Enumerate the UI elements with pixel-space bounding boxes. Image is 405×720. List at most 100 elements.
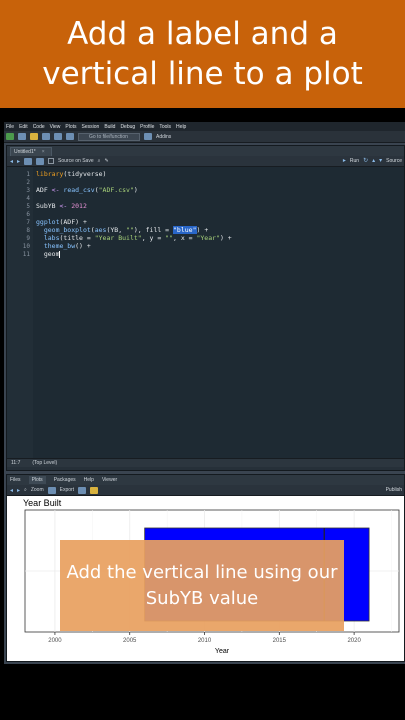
publish-button[interactable]: Publish [386,487,402,493]
go-to-file-input[interactable]: Go to file/function [78,132,140,141]
menu-help[interactable]: Help [176,124,186,130]
menu-code[interactable]: Code [33,124,45,130]
source-on-save-label: Source on Save [58,158,94,164]
run-button[interactable]: Run [350,158,359,164]
back-arrow-icon[interactable]: ◂ [10,487,13,494]
line-number: 10 [22,243,30,250]
tab-plots[interactable]: Plots [28,476,46,484]
menu-plots[interactable]: Plots [65,124,76,130]
save-all-icon[interactable] [54,133,62,140]
search-icon[interactable]: ⌕ [98,158,101,164]
code-line-9: labs(title = "Year Built", y = "", x = "… [36,234,232,242]
code-token: 2012 [71,202,87,210]
line-number: 7 [26,219,30,226]
forward-arrow-icon[interactable]: ▸ [17,487,20,494]
new-file-icon[interactable] [6,133,14,140]
open-file-icon[interactable] [30,133,38,140]
spacer [0,108,405,122]
menu-edit[interactable]: Edit [19,124,28,130]
menu-profile[interactable]: Profile [140,124,154,130]
tab-viewer[interactable]: Viewer [102,477,117,483]
menu-build[interactable]: Build [104,124,115,130]
cursor-position: 11:7 [11,460,21,466]
overlay-text: Add the vertical line using our SubYB va… [66,561,338,609]
x-tick-label: 2000 [48,638,62,644]
close-icon[interactable]: × [42,149,45,155]
line-number: 5 [26,203,30,210]
code-token: ) + [196,226,209,234]
x-axis-label: Year [215,648,230,655]
scope-indicator[interactable]: (Top Level) [32,460,57,466]
x-tick-label: 2020 [347,638,361,644]
source-button[interactable]: Source [386,158,402,164]
line-number: 4 [26,195,30,202]
code-line-10: theme_bw() + [36,242,91,250]
caption-title: Add a label and a vertical line to a plo… [42,16,363,92]
new-project-icon[interactable] [18,133,26,140]
caption-overlay: Add the vertical line using our SubYB va… [60,540,344,631]
forward-arrow-icon[interactable]: ▸ [17,158,20,165]
code-token: (tidyverse) [63,170,107,178]
down-arrow-icon[interactable]: ▾ [379,157,382,164]
code-token: "" [126,226,134,234]
plots-pane-tabs: Files Plots Packages Help Viewer [7,475,404,485]
code-token: ADF [36,186,52,194]
save-icon[interactable] [42,133,50,140]
plots-toolbar: ◂ ▸ ⌕ Zoom Export Publish [7,485,404,496]
grid-icon[interactable] [144,133,152,140]
line-number: 11 [22,251,30,258]
menu-tools[interactable]: Tools [159,124,171,130]
tab-help[interactable]: Help [84,477,94,483]
remove-plot-icon[interactable] [78,486,87,494]
text-cursor [59,250,61,258]
zoom-button[interactable]: Zoom [31,487,44,493]
tab-files[interactable]: Files [10,477,21,483]
clear-plots-icon[interactable] [90,486,99,494]
tab-untitled1[interactable]: Untitled1* × [10,147,52,156]
chart-title: Year Built [23,498,62,508]
code-token: "blue" [173,226,197,234]
editor-toolbar: ◂ ▸ Source on Save ⌕ ✎ ▸ Run ↻ ▴ ▾ Sourc… [7,156,404,167]
line-number: 8 [26,227,30,234]
bottom-bar [0,664,405,720]
menu-debug[interactable]: Debug [120,124,135,130]
code-token: labs [36,234,60,242]
save-icon[interactable] [36,157,45,165]
addins-menu[interactable]: Addins [156,134,171,140]
re-run-icon[interactable]: ↻ [363,157,368,164]
code-line-8: geom_boxplot(aes(YB, ""), fill = "blue")… [36,226,208,234]
run-icon[interactable]: ▸ [343,157,346,164]
export-icon[interactable] [47,486,56,494]
x-tick-label: 2015 [273,638,287,644]
line-number: 6 [26,211,30,218]
code-token: "Year" [196,234,220,242]
code-token: ) [133,186,138,194]
tab-packages[interactable]: Packages [54,477,76,483]
menu-file[interactable]: File [6,124,14,130]
main-toolbar: Go to file/function Addins [4,131,405,143]
back-arrow-icon[interactable]: ◂ [10,158,13,165]
print-icon[interactable] [66,133,74,140]
line-number: 2 [26,179,30,186]
menu-view[interactable]: View [50,124,61,130]
menu-session[interactable]: Session [82,124,100,130]
zoom-icon[interactable]: ⌕ [24,487,27,493]
line-number: 1 [26,171,30,178]
line-number: 9 [26,235,30,242]
line-number-gutter: 1 2 3 4 5 6 7 8 9 10 11 [7,167,33,458]
code-token: ), fill = [133,226,174,234]
show-in-window-icon[interactable] [24,157,33,165]
code-token: aes [94,226,107,234]
editor-status-bar: 11:7 (Top Level) [7,458,404,467]
code-token: read_csv [63,186,95,194]
code-token: "Year Built" [94,234,142,242]
wand-icon[interactable]: ✎ [104,158,108,164]
x-tick-label: 2005 [123,638,137,644]
code-token: geom_boxplot [36,226,91,234]
export-menu[interactable]: Export [60,487,74,493]
code-token: (ADF) + [59,218,87,226]
up-arrow-icon[interactable]: ▴ [372,157,375,164]
code-editor[interactable]: 1 2 3 4 5 6 7 8 9 10 11 library(tidyvers… [7,167,404,458]
source-on-save-checkbox[interactable] [48,158,55,164]
editor-tabbar: Untitled1* × [7,146,404,156]
